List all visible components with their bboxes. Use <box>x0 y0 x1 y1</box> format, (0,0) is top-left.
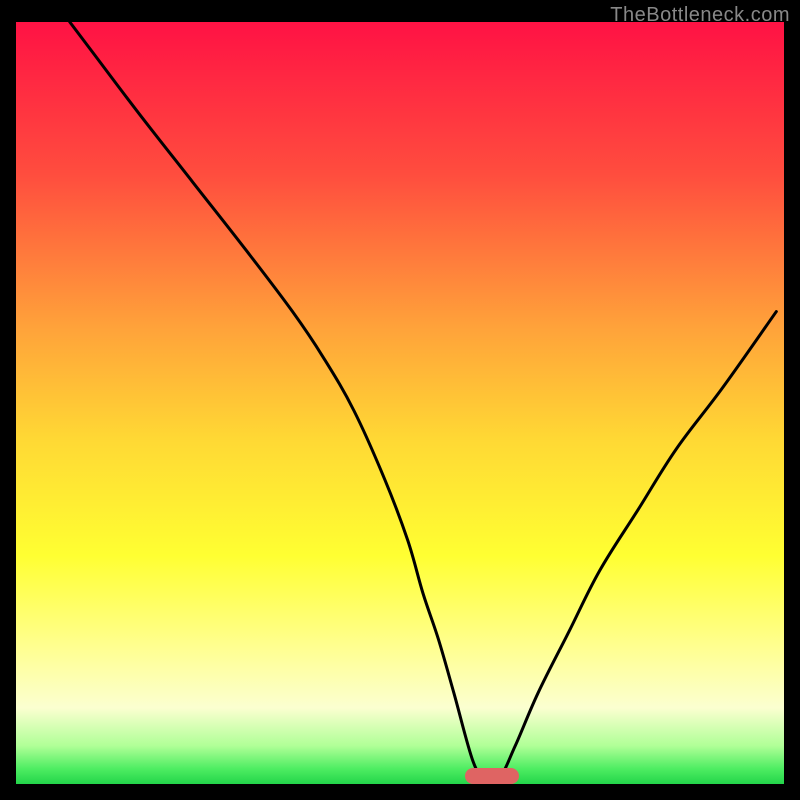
plot-area <box>16 22 784 784</box>
watermark-text: TheBottleneck.com <box>610 4 790 27</box>
sweet-spot-marker <box>465 768 519 784</box>
chart-svg <box>16 22 784 784</box>
gradient-background <box>16 22 784 784</box>
chart-container: TheBottleneck.com <box>0 0 800 800</box>
